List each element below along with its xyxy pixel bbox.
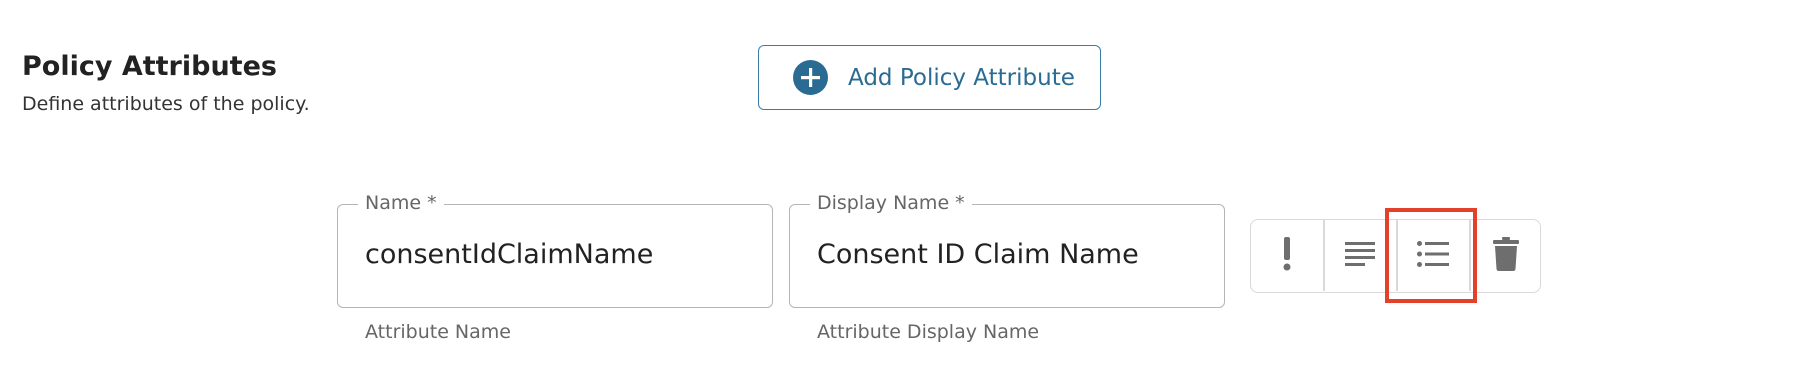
attribute-action-group bbox=[1250, 219, 1541, 293]
list-type-toggle-button[interactable] bbox=[1397, 220, 1469, 291]
exclamation-icon bbox=[1281, 235, 1293, 277]
section-description: Define attributes of the policy. bbox=[22, 93, 310, 115]
text-type-toggle-button[interactable] bbox=[1324, 220, 1396, 291]
name-field[interactable]: Name * consentIdClaimName Attribute Name bbox=[337, 190, 773, 343]
add-policy-attribute-label: Add Policy Attribute bbox=[848, 64, 1075, 91]
display-name-field[interactable]: Display Name * Consent ID Claim Name Att… bbox=[789, 190, 1225, 343]
trash-icon bbox=[1493, 236, 1519, 275]
plus-circle-icon bbox=[793, 60, 828, 95]
display-name-field-helper: Attribute Display Name bbox=[817, 321, 1040, 343]
list-icon bbox=[1417, 240, 1449, 272]
add-policy-attribute-button[interactable]: Add Policy Attribute bbox=[758, 45, 1101, 110]
name-field-value[interactable]: consentIdClaimName bbox=[365, 236, 653, 274]
name-field-helper: Attribute Name bbox=[365, 321, 511, 343]
name-field-label: Name * bbox=[358, 190, 444, 216]
display-name-field-label: Display Name * bbox=[810, 190, 972, 216]
required-toggle-button[interactable] bbox=[1251, 220, 1323, 291]
section-title: Policy Attributes bbox=[22, 51, 277, 82]
delete-button[interactable] bbox=[1470, 220, 1542, 291]
text-lines-icon bbox=[1345, 240, 1375, 272]
display-name-field-value[interactable]: Consent ID Claim Name bbox=[817, 236, 1139, 274]
